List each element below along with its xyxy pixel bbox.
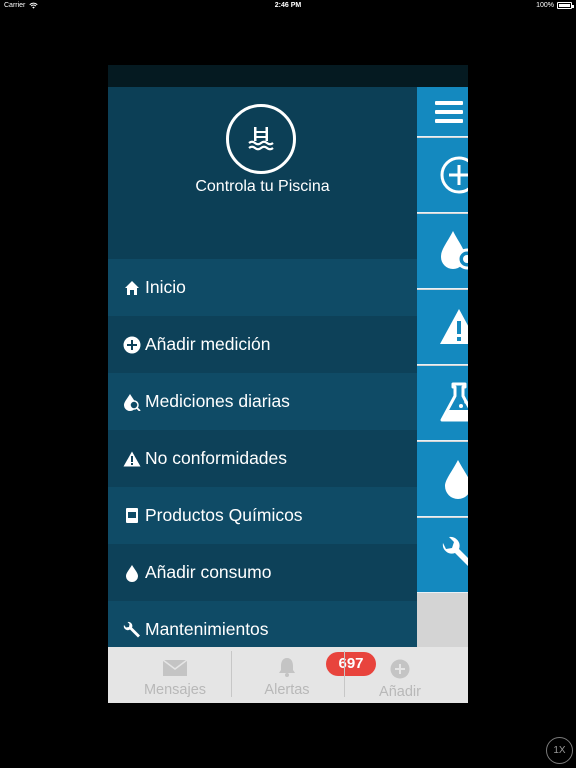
plus-circle-icon <box>440 156 468 194</box>
chemical-container-icon <box>123 507 141 525</box>
app-title: Controla tu Piscina <box>195 178 330 195</box>
wrench-icon <box>442 536 468 566</box>
navigation-drawer: Controla tu Piscina Inicio Añadir medici… <box>108 87 417 647</box>
app-top-strip <box>108 65 468 87</box>
rail-chemicals-button[interactable] <box>417 366 468 441</box>
zoom-1x-button[interactable]: 1X <box>546 737 573 764</box>
menu-item-inicio[interactable]: Inicio <box>108 259 417 316</box>
tab-label: Alertas <box>264 682 310 698</box>
tab-label: Mensajes <box>143 682 207 698</box>
menu-item-label: Mantenimientos <box>145 619 269 639</box>
menu-item-label: Añadir consumo <box>145 562 272 582</box>
drawer-header: Controla tu Piscina <box>108 87 417 259</box>
menu-item-productos-quimicos[interactable]: Productos Químicos <box>108 487 417 544</box>
drop-icon <box>123 564 141 582</box>
rail-add-consumption-button[interactable] <box>417 442 468 517</box>
menu-item-label: Mediciones diarias <box>145 391 290 411</box>
tab-anadir[interactable]: Añadir <box>340 647 460 703</box>
rail-nonconformities-button[interactable] <box>417 290 468 365</box>
menu-item-mantenimientos[interactable]: Mantenimientos <box>108 601 417 647</box>
app-window: Controla tu Piscina Inicio Añadir medici… <box>108 65 468 703</box>
tab-mensajes[interactable]: Mensajes <box>115 647 235 703</box>
tab-bar: Mensajes Alertas 697 Añadir <box>108 647 468 703</box>
menu-icon <box>435 100 463 123</box>
battery-icon <box>557 2 574 9</box>
home-icon <box>123 279 141 297</box>
status-bar: Carrier 2:46 PM 100% <box>0 0 576 12</box>
app-logo <box>226 104 296 174</box>
menu-item-label: Añadir medición <box>145 334 271 354</box>
menu-item-label: No conformidades <box>145 448 288 468</box>
clock: 2:46 PM <box>274 2 302 9</box>
drop-icon <box>445 460 468 499</box>
rail-menu-button[interactable] <box>417 87 468 137</box>
rail-daily-measurements-button[interactable] <box>417 214 468 289</box>
menu-item-label: Inicio <box>145 277 186 297</box>
rail-maintenance-button[interactable] <box>417 518 468 593</box>
warning-icon <box>440 309 468 344</box>
rail-add-measurement-button[interactable] <box>417 138 468 213</box>
warning-icon <box>123 450 141 468</box>
envelope-icon <box>162 659 188 676</box>
menu-item-mediciones-diarias[interactable]: Mediciones diarias <box>108 373 417 430</box>
flask-icon <box>440 382 468 422</box>
wrench-icon <box>123 621 141 639</box>
bell-icon <box>279 658 295 677</box>
drop-search-icon <box>441 231 468 270</box>
menu-item-anadir-consumo[interactable]: Añadir consumo <box>108 544 417 601</box>
plus-circle-icon <box>390 659 410 679</box>
pool-icon <box>248 127 274 151</box>
menu-item-anadir-medicion[interactable]: Añadir medición <box>108 316 417 373</box>
menu-item-no-conformidades[interactable]: No conformidades <box>108 430 417 487</box>
main-icon-rail <box>417 87 468 647</box>
plus-circle-icon <box>123 336 141 354</box>
battery-percentage: 100% <box>536 2 554 9</box>
tab-label: Añadir <box>379 684 421 700</box>
drop-search-icon <box>123 393 141 411</box>
menu-item-label: Productos Químicos <box>145 505 303 525</box>
